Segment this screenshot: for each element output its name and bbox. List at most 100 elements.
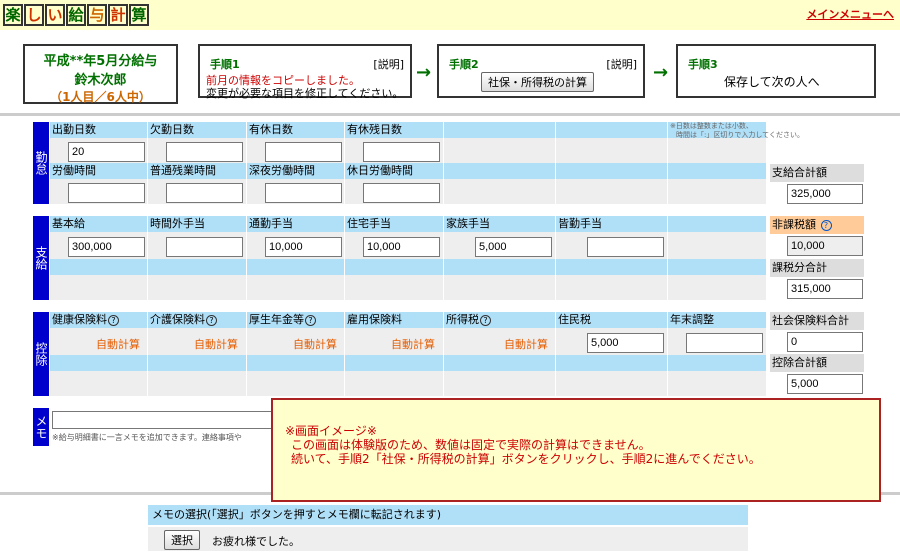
- base-salary-input[interactable]: [68, 237, 145, 257]
- help-icon[interactable]: ?: [480, 315, 491, 326]
- input-format-note: ※日数は整数または小数、 時間は「:」区切りで入力してください。: [670, 122, 804, 139]
- deduction-header: 雇用保険料: [345, 312, 402, 328]
- auto-calc-label: 自動計算: [96, 338, 140, 351]
- paid-leave-remaining-input[interactable]: [363, 142, 440, 162]
- deduction-total-label: 控除合計額: [770, 354, 864, 372]
- resident-tax-input[interactable]: [587, 333, 664, 353]
- header-row: [50, 259, 766, 275]
- deduction-header: 年末調整: [668, 312, 714, 328]
- commute-allowance-input[interactable]: [265, 237, 342, 257]
- payment-header: 通勤手当: [247, 216, 293, 232]
- pay-period-label: 平成**年5月分給与: [43, 54, 158, 69]
- step2-help-link[interactable]: [説明]: [606, 56, 637, 72]
- help-icon[interactable]: ?: [206, 315, 217, 326]
- auto-calc-label: 自動計算: [293, 338, 337, 351]
- memo-section-label: メモ: [33, 408, 49, 446]
- attendance-header: 有休日数: [247, 122, 293, 138]
- overtime-hours-input[interactable]: [166, 183, 243, 203]
- night-hours-input[interactable]: [265, 183, 342, 203]
- divider: [0, 113, 900, 116]
- payment-section-label: 支給: [33, 216, 49, 300]
- step1-help-link[interactable]: [説明]: [373, 56, 404, 72]
- arrow-right-icon: →: [416, 62, 432, 83]
- taxable-total-value: [787, 279, 863, 299]
- work-days-input[interactable]: [68, 142, 145, 162]
- year-end-adjustment-input[interactable]: [686, 333, 763, 353]
- payment-header: 時間外手当: [148, 216, 205, 232]
- help-icon[interactable]: ?: [108, 315, 119, 326]
- select-memo-button[interactable]: 選択: [164, 530, 200, 550]
- logo-char: い: [45, 4, 65, 26]
- deduction-section-label: 控除: [33, 312, 49, 396]
- employee-name: 鈴木次郎: [74, 73, 127, 88]
- deduction-header: 所得税?: [444, 312, 491, 328]
- deduction-header: 住民税: [556, 312, 591, 328]
- step1-title: 手順1: [210, 58, 240, 71]
- step2-title: 手順2: [449, 58, 479, 71]
- total-payment-value: [787, 184, 863, 204]
- step3-title: 手順3: [688, 58, 718, 71]
- logo-char: 算: [129, 4, 149, 26]
- attendance-section-label: 勤怠: [33, 122, 49, 204]
- logo-char: し: [24, 4, 44, 26]
- logo-char: 給: [66, 4, 86, 26]
- deduction-grid: 健康保険料? 介護保険料? 厚生年金等? 雇用保険料 所得税? 住民税 年末調整自動計算 自動…: [50, 312, 766, 396]
- nontaxable-label: 非課税額 ?: [770, 216, 864, 234]
- social-insurance-total-value: [787, 332, 863, 352]
- step3-box[interactable]: 手順3 保存して次の人へ: [676, 44, 876, 98]
- taxable-total-label: 課税分合計: [770, 259, 864, 277]
- work-hours-input[interactable]: [68, 183, 145, 203]
- overtime-allowance-input[interactable]: [166, 237, 243, 257]
- total-payment-label: 支給合計額: [770, 164, 864, 182]
- attendance-allowance-input[interactable]: [587, 237, 664, 257]
- memo-option-text: お疲れ様でした。: [212, 535, 300, 548]
- step1-box: 手順1 [説明] 前月の情報をコピーしました。 変更が必要な項目を修正してくださ…: [198, 44, 412, 100]
- deduction-total-value: [787, 374, 863, 394]
- attendance-header: 出勤日数: [50, 122, 96, 138]
- payment-header: 住宅手当: [345, 216, 391, 232]
- memo-input[interactable]: [52, 411, 302, 429]
- arrow-right-icon: →: [653, 62, 669, 83]
- employee-info-box: 平成**年5月分給与 鈴木次郎 （1人目／6人中）: [23, 44, 178, 104]
- social-insurance-total-label: 社会保険料合計: [770, 312, 864, 330]
- auto-calc-label: 自動計算: [391, 338, 435, 351]
- calc-social-tax-button[interactable]: 社保・所得税の計算: [481, 72, 594, 92]
- demo-notice-text: ※画面イメージ※ この画面は体験版のため、数値は固定で実際の計算はできません。 …: [285, 424, 761, 466]
- payment-header: 皆勤手当: [556, 216, 602, 232]
- holiday-hours-input[interactable]: [363, 183, 440, 203]
- logo-char: 計: [108, 4, 128, 26]
- deduction-header: 介護保険料?: [148, 312, 217, 328]
- employee-progress: （1人目／6人中）: [50, 90, 151, 104]
- memo-note: ※給与明細書に一言メモを追加できます。連絡事項や: [52, 433, 242, 442]
- absent-days-input[interactable]: [166, 142, 243, 162]
- paid-leave-days-input[interactable]: [265, 142, 342, 162]
- header-row: [50, 355, 766, 371]
- housing-allowance-input[interactable]: [363, 237, 440, 257]
- deduction-header: 健康保険料?: [50, 312, 119, 328]
- payment-header: 基本給: [50, 216, 85, 232]
- memo-select-header: メモの選択(「選択」ボタンを押すとメモ欄に転記されます): [148, 505, 748, 525]
- attendance-grid: 出勤日数 欠勤日数 有休日数 有休残日数 労働時間 普通残業時間 深夜労働時間 …: [50, 122, 766, 204]
- app-logo: 楽しい給与計算: [3, 4, 149, 26]
- demo-notice-popup: ※画面イメージ※ この画面は体験版のため、数値は固定で実際の計算はできません。 …: [271, 398, 881, 502]
- main-menu-link[interactable]: メインメニューへ: [806, 6, 894, 22]
- payment-grid: 基本給 時間外手当 通勤手当 住宅手当 家族手当 皆勤手当: [50, 216, 766, 300]
- attendance-header: 休日労働時間: [345, 163, 413, 179]
- attendance-header: 労働時間: [50, 163, 96, 179]
- family-allowance-input[interactable]: [475, 237, 552, 257]
- save-next-action[interactable]: 保存して次の人へ: [724, 73, 820, 90]
- deduction-header: 厚生年金等?: [247, 312, 316, 328]
- attendance-header: 有休残日数: [345, 122, 402, 138]
- help-icon[interactable]: ?: [305, 315, 316, 326]
- nontaxable-value: [787, 236, 863, 256]
- step1-instruction: 変更が必要な項目を修正してください。: [206, 87, 404, 100]
- payment-header: 家族手当: [444, 216, 490, 232]
- logo-char: 与: [87, 4, 107, 26]
- attendance-header: 普通残業時間: [148, 163, 216, 179]
- attendance-header: 深夜労働時間: [247, 163, 315, 179]
- logo-char: 楽: [3, 4, 23, 26]
- attendance-header: 欠勤日数: [148, 122, 194, 138]
- auto-calc-label: 自動計算: [194, 338, 238, 351]
- auto-calc-label: 自動計算: [504, 338, 548, 351]
- help-icon[interactable]: ?: [820, 220, 832, 231]
